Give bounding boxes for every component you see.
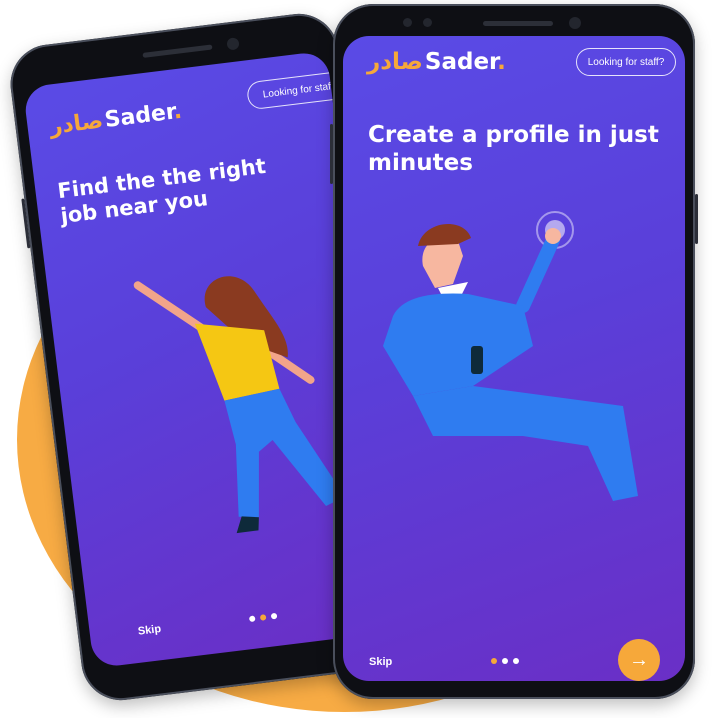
woman-left-arm <box>133 281 206 332</box>
man-legs <box>413 386 638 501</box>
logo-dot: . <box>171 98 184 125</box>
floating-woman-illustration <box>133 276 346 534</box>
front-phone-speaker <box>483 21 553 26</box>
sader-logo: صادرSader. <box>48 99 183 140</box>
page-title: Find the the right job near you <box>56 153 268 229</box>
logo-latin: Sader <box>424 49 498 75</box>
front-phone-camera <box>569 17 581 29</box>
page-dot <box>270 612 278 620</box>
page-indicator <box>248 612 278 623</box>
page-dot-active <box>491 658 497 664</box>
man-raised-arm <box>516 233 560 313</box>
man-torso <box>383 293 533 396</box>
logo-dot: . <box>497 49 506 75</box>
page-dot-active <box>259 614 267 621</box>
arrow-right-icon: → <box>629 648 649 671</box>
front-phone-sensor <box>403 18 412 27</box>
back-phone-side-button <box>21 198 31 249</box>
logo-arabic: صادر <box>48 108 105 140</box>
phone-in-hand-icon <box>471 346 483 374</box>
front-phone: صادرSader. Looking for staff? Create a p… <box>330 4 698 699</box>
front-phone-side-button <box>330 124 333 184</box>
skip-button[interactable]: Skip <box>137 623 162 638</box>
floating-man-illustration <box>383 211 638 501</box>
looking-for-staff-label: Looking for staff <box>262 80 335 101</box>
front-phone-sensor <box>423 18 432 27</box>
looking-for-staff-label: Looking for staff? <box>587 56 665 68</box>
front-phone-screen: صادرSader. Looking for staff? Create a p… <box>343 36 685 681</box>
looking-for-staff-button[interactable]: Looking for staff? <box>576 48 676 76</box>
sader-logo: صادرSader. <box>367 49 506 75</box>
next-button[interactable]: → <box>618 639 660 681</box>
front-phone-power-button <box>695 194 698 244</box>
logo-latin: Sader <box>103 99 175 133</box>
back-phone-speaker <box>142 44 213 58</box>
man-hair <box>418 224 471 246</box>
page-dot <box>513 658 519 664</box>
skip-button[interactable]: Skip <box>369 656 392 668</box>
page-indicator <box>491 658 519 664</box>
logo-arabic: صادر <box>367 49 423 75</box>
page-title: Create a profile in just minutes <box>368 122 659 176</box>
man-hand <box>545 228 561 244</box>
back-phone-camera <box>226 37 240 51</box>
page-dot <box>502 658 508 664</box>
page-dot <box>248 615 256 623</box>
woman-trousers <box>224 388 346 518</box>
